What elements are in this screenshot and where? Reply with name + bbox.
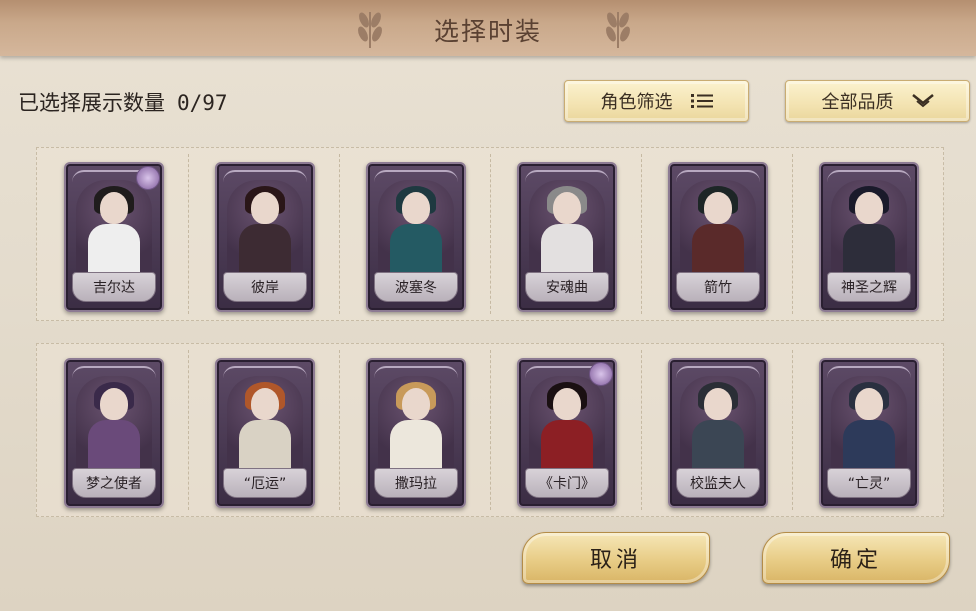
costume-card[interactable]: 《卡门》: [517, 358, 617, 508]
title-bar: 选择时装: [0, 0, 976, 56]
costume-card[interactable]: 神圣之辉: [819, 162, 919, 312]
portrait-outfit: [541, 224, 593, 274]
grid-divider: [490, 154, 491, 314]
costume-name: 梦之使者: [72, 468, 156, 498]
portrait-face: [251, 388, 279, 420]
costume-name: 神圣之辉: [827, 272, 911, 302]
portrait-face: [855, 388, 883, 420]
quality-filter-label: 全部品质: [821, 92, 894, 113]
grid-divider: [339, 154, 340, 314]
costume-card[interactable]: 撒玛拉: [366, 358, 466, 508]
selection-count-value: 0/97: [177, 91, 228, 115]
grid-divider: [641, 350, 642, 510]
portrait-face: [553, 388, 581, 420]
portrait-outfit: [88, 224, 140, 274]
grid-divider: [641, 154, 642, 314]
costume-grid-row-1: 吉尔达 彼岸 波塞冬 安魂曲 箭竹 神圣之辉: [36, 147, 944, 321]
costume-portrait: [227, 180, 303, 274]
portrait-face: [855, 192, 883, 224]
costume-name: 《卡门》: [525, 468, 609, 498]
grid-divider: [792, 350, 793, 510]
selection-count: 已选择展示数量 0/97: [18, 87, 228, 117]
costume-portrait: [680, 180, 756, 274]
portrait-face: [251, 192, 279, 224]
costume-name: 校监夫人: [676, 468, 760, 498]
portrait-face: [553, 192, 581, 224]
costume-card[interactable]: “亡灵”: [819, 358, 919, 508]
costume-name: 箭竹: [676, 272, 760, 302]
costume-card[interactable]: 吉尔达: [64, 162, 164, 312]
costume-portrait: [529, 376, 605, 470]
portrait-face: [100, 388, 128, 420]
portrait-face: [704, 388, 732, 420]
costume-name: 安魂曲: [525, 272, 609, 302]
portrait-outfit: [88, 420, 140, 470]
wheat-ornament-icon: [606, 12, 630, 49]
portrait-face: [402, 388, 430, 420]
costume-card[interactable]: “厄运”: [215, 358, 315, 508]
selection-count-label: 已选择展示数量: [18, 91, 165, 115]
quality-filter-dropdown[interactable]: 全部品质: [785, 80, 970, 122]
costume-portrait: [227, 376, 303, 470]
portrait-outfit: [390, 224, 442, 274]
grid-divider: [188, 350, 189, 510]
grid-divider: [188, 154, 189, 314]
costume-portrait: [378, 376, 454, 470]
list-icon: [690, 94, 713, 108]
portrait-outfit: [843, 224, 895, 274]
portrait-outfit: [390, 420, 442, 470]
costume-portrait: [831, 376, 907, 470]
confirm-button[interactable]: 确定: [762, 532, 950, 584]
portrait-face: [100, 192, 128, 224]
costume-portrait: [680, 376, 756, 470]
portrait-outfit: [843, 420, 895, 470]
costume-card[interactable]: 波塞冬: [366, 162, 466, 312]
portrait-outfit: [239, 224, 291, 274]
costume-name: “亡灵”: [827, 468, 911, 498]
costume-card[interactable]: 安魂曲: [517, 162, 617, 312]
costume-card[interactable]: 梦之使者: [64, 358, 164, 508]
costume-portrait: [831, 180, 907, 274]
grid-divider: [490, 350, 491, 510]
costume-card[interactable]: 彼岸: [215, 162, 315, 312]
costume-card[interactable]: 箭竹: [668, 162, 768, 312]
portrait-outfit: [692, 420, 744, 470]
costume-badge-icon: [589, 362, 613, 386]
costume-portrait: [76, 376, 152, 470]
costume-badge-icon: [136, 166, 160, 190]
cancel-button[interactable]: 取消: [522, 532, 710, 584]
portrait-outfit: [239, 420, 291, 470]
role-filter-button[interactable]: 角色筛选: [564, 80, 749, 122]
role-filter-label: 角色筛选: [600, 92, 673, 113]
costume-name: 吉尔达: [72, 272, 156, 302]
costume-card[interactable]: 校监夫人: [668, 358, 768, 508]
portrait-face: [402, 192, 430, 224]
costume-grid-row-2: 梦之使者 “厄运” 撒玛拉 《卡门》 校监夫人 “亡灵”: [36, 343, 944, 517]
costume-portrait: [529, 180, 605, 274]
page-title: 选择时装: [433, 17, 542, 46]
costume-name: 波塞冬: [374, 272, 458, 302]
portrait-outfit: [692, 224, 744, 274]
costume-name: 撒玛拉: [374, 468, 458, 498]
costume-name: “厄运”: [223, 468, 307, 498]
grid-divider: [339, 350, 340, 510]
costume-name: 彼岸: [223, 272, 307, 302]
chevron-down-icon: [911, 94, 934, 108]
costume-portrait: [378, 180, 454, 274]
portrait-outfit: [541, 420, 593, 470]
portrait-face: [704, 192, 732, 224]
costume-portrait: [76, 180, 152, 274]
grid-divider: [792, 154, 793, 314]
